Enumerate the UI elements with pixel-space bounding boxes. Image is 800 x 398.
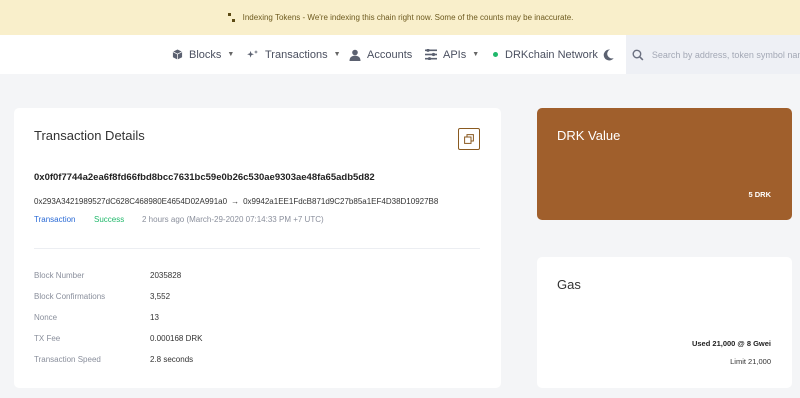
detail-label: TX Fee bbox=[34, 334, 61, 343]
nav-accounts[interactable]: Accounts bbox=[349, 35, 412, 74]
detail-label: Block Confirmations bbox=[34, 292, 106, 301]
divider bbox=[34, 248, 480, 249]
gas-limit: Limit 21,000 bbox=[730, 357, 771, 366]
moon-icon bbox=[603, 48, 614, 60]
indexing-banner: Indexing Tokens - We're indexing this ch… bbox=[0, 0, 800, 35]
status-badge: Success bbox=[94, 215, 125, 224]
nav-network-label: DRKchain Network bbox=[505, 48, 598, 61]
nav-apis-label: APIs bbox=[443, 48, 467, 61]
arrow-right-icon: → bbox=[231, 197, 240, 206]
banner-text: Indexing Tokens - We're indexing this ch… bbox=[242, 13, 574, 22]
loader-icon bbox=[227, 12, 235, 23]
detail-row-nonce: Nonce 13 bbox=[34, 313, 159, 322]
chevron-down-icon: ▼ bbox=[333, 51, 341, 58]
search-input[interactable] bbox=[651, 49, 800, 60]
block-number-link[interactable]: 2035828 bbox=[150, 271, 181, 280]
detail-label: Block Number bbox=[34, 271, 85, 280]
detail-row-block-number: Block Number 2035828 bbox=[34, 271, 181, 280]
user-icon bbox=[349, 49, 361, 61]
chevron-down-icon: ▼ bbox=[472, 51, 480, 58]
from-to-addresses: 0x293A3421989527dC628C468980E4654D02A991… bbox=[34, 197, 438, 206]
transaction-type: Transaction bbox=[34, 215, 76, 224]
detail-value: 13 bbox=[150, 313, 159, 322]
copy-button[interactable] bbox=[458, 128, 480, 150]
search-icon bbox=[632, 49, 644, 61]
detail-value: 2.8 seconds bbox=[150, 355, 194, 364]
card-title: Gas bbox=[557, 277, 581, 292]
detail-value: 0.000168 DRK bbox=[150, 334, 203, 343]
nav-blocks[interactable]: Blocks ▼ bbox=[172, 35, 234, 74]
detail-label: Transaction Speed bbox=[34, 355, 101, 364]
chevron-down-icon: ▼ bbox=[227, 51, 235, 58]
drk-value-amount: 5 DRK bbox=[748, 190, 771, 199]
gas-card: Gas Used 21,000 @ 8 Gwei Limit 21,000 bbox=[537, 257, 792, 388]
search-bar bbox=[626, 35, 800, 74]
copy-icon bbox=[464, 134, 474, 144]
detail-value: 3,552 bbox=[150, 292, 171, 301]
cube-icon bbox=[172, 49, 183, 60]
detail-row-confirmations: Block Confirmations 3,552 bbox=[34, 292, 170, 301]
detail-label: Nonce bbox=[34, 313, 58, 322]
nav-transactions-label: Transactions bbox=[265, 48, 328, 61]
card-title: DRK Value bbox=[557, 128, 621, 143]
nav-blocks-label: Blocks bbox=[189, 48, 222, 61]
api-icon bbox=[425, 49, 437, 60]
gas-used: Used 21,000 @ 8 Gwei bbox=[691, 339, 771, 348]
dark-mode-toggle[interactable] bbox=[603, 35, 620, 74]
top-navbar: Blocks ▼ Transactions ▼ Accounts APIs ▼ … bbox=[0, 35, 800, 74]
nav-network[interactable]: DRKchain Network bbox=[493, 35, 598, 74]
card-title: Transaction Details bbox=[34, 128, 145, 143]
from-address-link[interactable]: 0x293A3421989527dC628C468980E4654D02A991… bbox=[34, 197, 227, 206]
drk-value-card: DRK Value 5 DRK bbox=[537, 108, 792, 220]
nav-transactions[interactable]: Transactions ▼ bbox=[247, 35, 341, 74]
nav-apis[interactable]: APIs ▼ bbox=[425, 35, 479, 74]
nav-accounts-label: Accounts bbox=[367, 48, 413, 61]
transactions-icon bbox=[247, 49, 258, 58]
transaction-hash[interactable]: 0x0f0f7744a2ea6f8fd66fbd8bcc7631bc59e0b2… bbox=[34, 172, 375, 183]
to-address-link[interactable]: 0x9942a1EE1FdcB871d9C27b85a1EF4D38D10927… bbox=[243, 197, 438, 206]
network-status-dot bbox=[493, 52, 498, 57]
transaction-meta: Transaction Success 2 hours ago (March-2… bbox=[34, 215, 324, 224]
detail-row-tx-fee: TX Fee 0.000168 DRK bbox=[34, 334, 202, 343]
transaction-time: 2 hours ago (March-29-2020 07:14:33 PM +… bbox=[142, 215, 324, 224]
detail-row-speed: Transaction Speed 2.8 seconds bbox=[34, 355, 193, 364]
